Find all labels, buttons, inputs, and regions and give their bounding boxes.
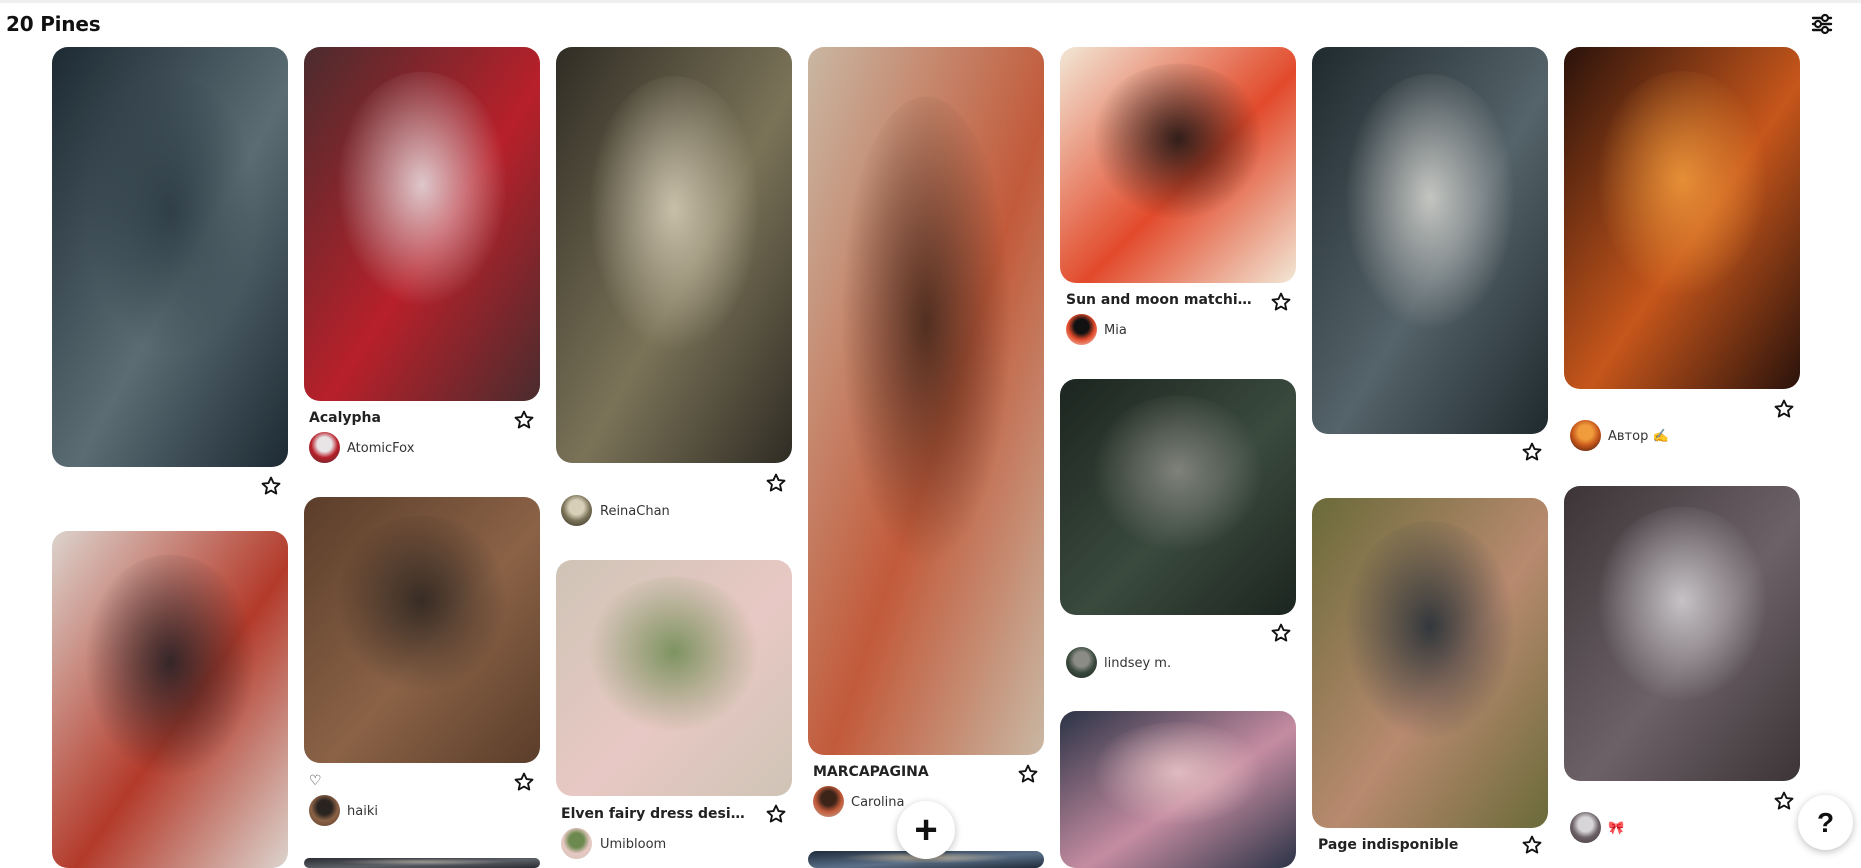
sliders-icon[interactable] (1808, 10, 1836, 38)
pin-red-hair-woman-title[interactable]: Acalypha (309, 410, 499, 426)
pin-fire-trio-image[interactable] (1564, 47, 1800, 389)
pin-brown-hair-anime-avatar[interactable] (309, 795, 340, 826)
pin-sun-moon-image[interactable] (1060, 47, 1296, 283)
pin-brown-hair-anime-title[interactable]: ♡ (309, 773, 499, 789)
star-icon[interactable] (1521, 441, 1543, 463)
pin-fire-trio-avatar[interactable] (1570, 420, 1601, 451)
pin-man-portrait-title[interactable]: Page indisponible (1318, 837, 1508, 853)
star-icon[interactable] (513, 771, 535, 793)
add-pin-button[interactable]: + (897, 801, 955, 859)
pin-elven-dress-title[interactable]: Elven fairy dress design 53 (561, 806, 751, 822)
pin-forest-couple-username[interactable]: ReinaChan (600, 504, 670, 519)
star-icon[interactable] (1270, 291, 1292, 313)
pin-kiss-dark-image[interactable] (52, 47, 288, 467)
star-icon[interactable] (1773, 790, 1795, 812)
pin-flower-illustration-username[interactable]: Carolina (851, 795, 905, 810)
pin-sun-moon-avatar[interactable] (1066, 314, 1097, 345)
pin-bottom-cropped-1-image[interactable] (304, 858, 540, 868)
pin-dark-warrior-image[interactable] (1060, 379, 1296, 615)
pin-sun-moon-title[interactable]: Sun and moon matching... (1066, 292, 1256, 308)
pin-count-heading: 20 Pines (6, 12, 101, 36)
pin-forest-couple-image[interactable] (556, 47, 792, 463)
pin-red-hair-woman-avatar[interactable] (309, 432, 340, 463)
pin-elven-dress-image[interactable] (556, 560, 792, 796)
pin-white-hair-girl-image[interactable] (1312, 47, 1548, 434)
help-button[interactable]: ? (1798, 795, 1853, 850)
star-icon[interactable] (765, 472, 787, 494)
pin-dark-warrior-username[interactable]: lindsey m. (1104, 656, 1171, 671)
pin-flower-illustration-title[interactable]: MARCAPAGINA (813, 764, 1003, 780)
pin-elven-dress-avatar[interactable] (561, 828, 592, 859)
star-icon[interactable] (1521, 834, 1543, 856)
pin-silver-hair-couple-image[interactable] (1564, 486, 1800, 781)
pin-flower-illustration-avatar[interactable] (813, 786, 844, 817)
star-icon[interactable] (765, 803, 787, 825)
pin-brown-hair-anime-username[interactable]: haiki (347, 804, 378, 819)
pin-red-hair-woman-image[interactable] (304, 47, 540, 401)
pin-forest-couple-avatar[interactable] (561, 495, 592, 526)
pin-flower-illustration-image[interactable] (808, 47, 1044, 755)
pin-anime-redhead-couple-image[interactable] (52, 531, 288, 868)
pin-fire-trio-username[interactable]: Автор ✍️ (1608, 429, 1669, 444)
star-icon[interactable] (1773, 398, 1795, 420)
star-icon[interactable] (1017, 763, 1039, 785)
pin-pink-hair-fairy-image[interactable] (1060, 711, 1296, 868)
star-icon[interactable] (260, 475, 282, 497)
top-divider (0, 0, 1861, 3)
pin-man-portrait-image[interactable] (1312, 498, 1548, 828)
pin-dark-warrior-avatar[interactable] (1066, 647, 1097, 678)
pin-brown-hair-anime-image[interactable] (304, 497, 540, 763)
star-icon[interactable] (513, 409, 535, 431)
pin-elven-dress-username[interactable]: Umibloom (600, 837, 666, 852)
pin-silver-hair-couple-avatar[interactable] (1570, 812, 1601, 843)
star-icon[interactable] (1270, 622, 1292, 644)
pin-silver-hair-couple-username[interactable]: 🎀 (1608, 821, 1624, 836)
pin-sun-moon-username[interactable]: Mia (1104, 323, 1127, 338)
pin-red-hair-woman-username[interactable]: AtomicFox (347, 441, 414, 456)
